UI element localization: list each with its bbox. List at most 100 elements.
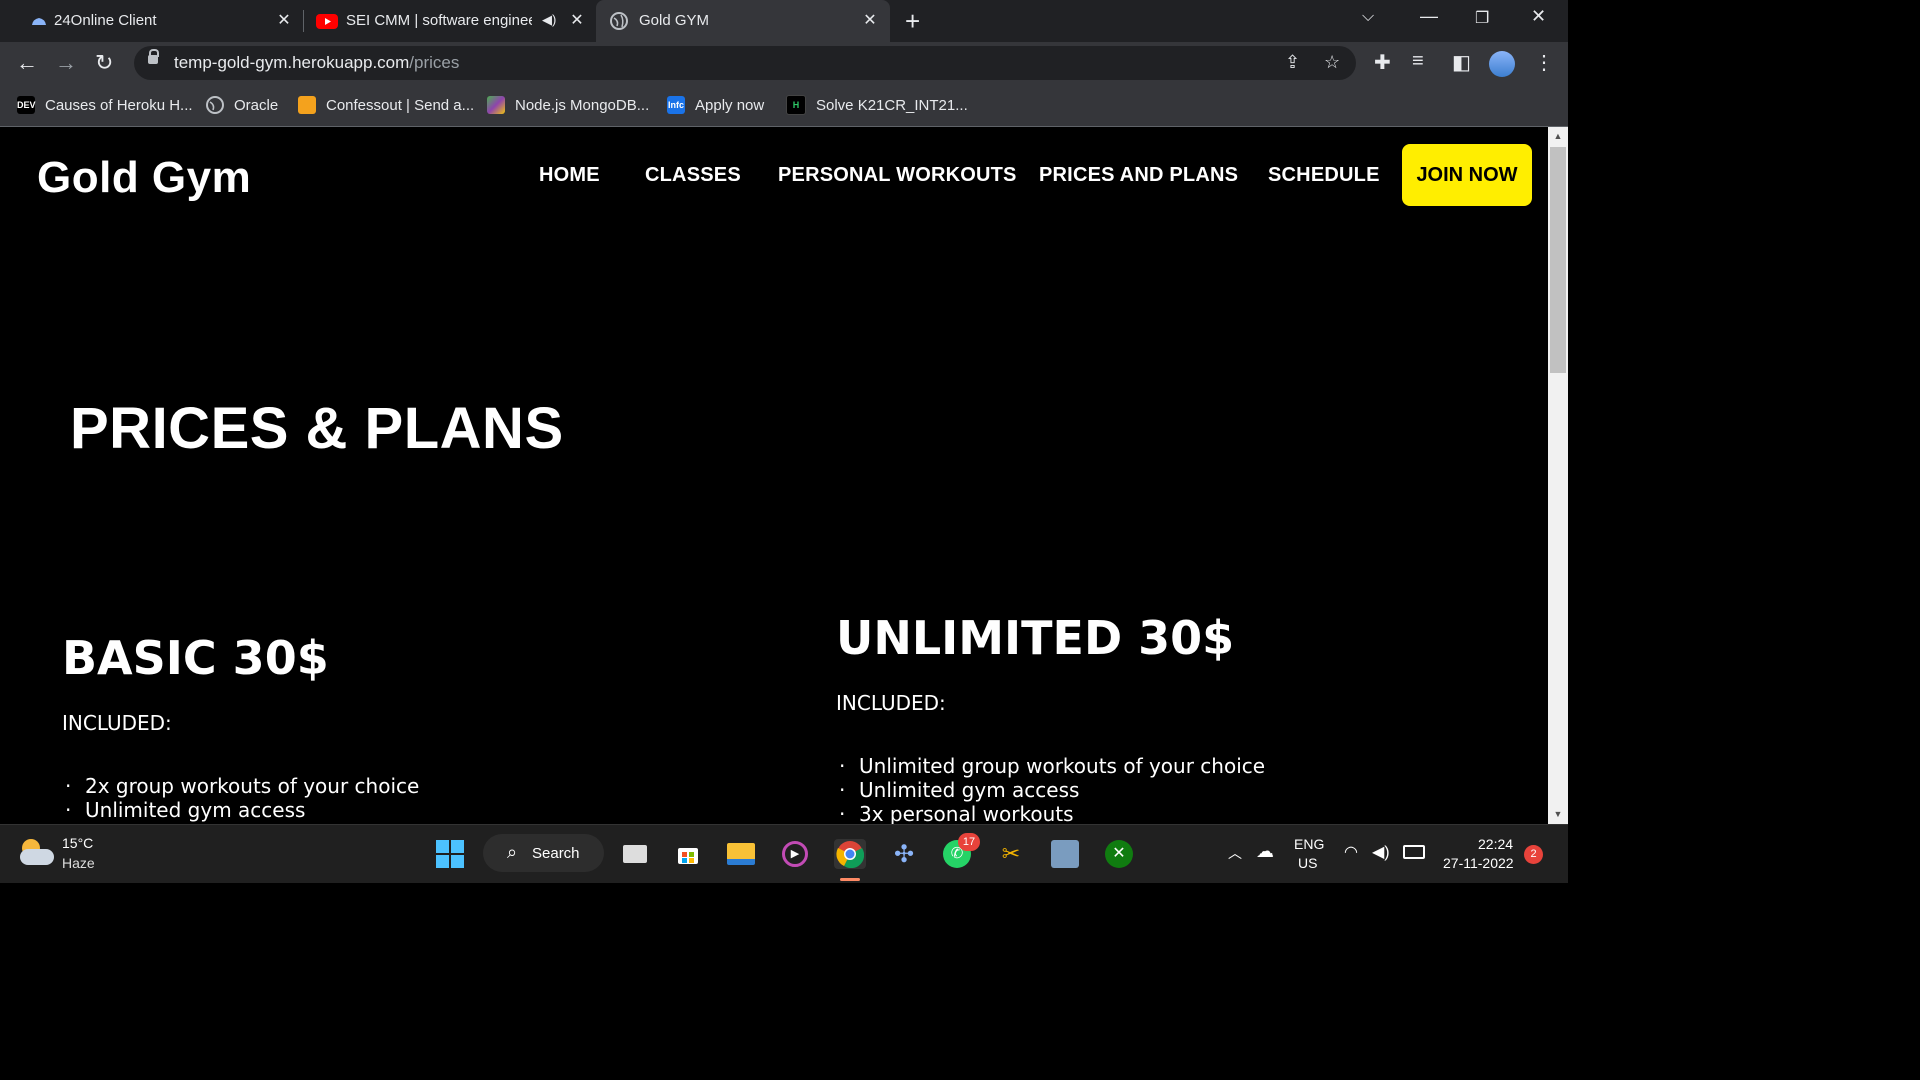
forward-icon[interactable]: → bbox=[55, 50, 77, 76]
bookmark-hackerrank[interactable]: H Solve K21CR_INT21... bbox=[786, 93, 968, 117]
minimize-icon[interactable]: — bbox=[1420, 6, 1438, 27]
tray-overflow-icon[interactable]: ︿ bbox=[1228, 843, 1242, 863]
nav-prices-and-plans[interactable]: PRICES AND PLANS bbox=[1039, 164, 1238, 187]
list-item: · 3x personal workouts bbox=[839, 802, 1074, 824]
close-icon[interactable]: ✕ bbox=[567, 10, 587, 30]
lock-icon[interactable] bbox=[148, 49, 159, 64]
globe-icon bbox=[610, 12, 628, 30]
infc-icon: Infc bbox=[667, 96, 685, 114]
address-bar[interactable]: temp-gold-gym.herokuapp.com/prices ⇪ ☆ bbox=[134, 46, 1356, 80]
bookmark-label: Confessout | Send a... bbox=[326, 96, 475, 114]
windows-taskbar: 15°C Haze ⌕ Search ▶ ✣ ✆ 17 ✂ ✕ ︿ ☁ ENG … bbox=[0, 824, 1568, 883]
utility-app-icon[interactable] bbox=[1049, 839, 1081, 869]
tab-title: SEI CMM | software engineer bbox=[346, 12, 532, 29]
page-scrollbar[interactable]: ▲ ▼ bbox=[1548, 127, 1568, 824]
url-text[interactable]: temp-gold-gym.herokuapp.com/prices bbox=[174, 53, 459, 73]
language-code[interactable]: ENG bbox=[1294, 836, 1324, 852]
mongodb-icon bbox=[487, 96, 505, 114]
new-tab-icon[interactable]: + bbox=[905, 6, 920, 37]
battery-icon[interactable] bbox=[1403, 845, 1425, 859]
scroll-down-icon[interactable]: ▼ bbox=[1548, 809, 1568, 819]
task-view-icon[interactable] bbox=[619, 839, 651, 869]
included-label: INCLUDED: bbox=[62, 711, 172, 735]
bookmark-apply-now[interactable]: Infc Apply now bbox=[667, 93, 764, 117]
tab-24online[interactable]: 24Online Client ✕ bbox=[8, 0, 298, 42]
scroll-up-icon[interactable]: ▲ bbox=[1548, 131, 1568, 141]
close-icon[interactable]: ✕ bbox=[274, 10, 294, 30]
bookmark-heroku[interactable]: DEV Causes of Heroku H... bbox=[17, 93, 193, 117]
globe-icon bbox=[206, 96, 224, 114]
restore-icon[interactable]: ❐ bbox=[1475, 8, 1489, 28]
notification-badge[interactable]: 2 bbox=[1524, 845, 1543, 864]
file-explorer-icon[interactable] bbox=[725, 839, 757, 869]
nav-home[interactable]: HOME bbox=[539, 164, 600, 187]
microsoft-store-icon[interactable] bbox=[672, 839, 704, 869]
close-icon[interactable]: ✕ bbox=[860, 10, 880, 30]
language-region[interactable]: US bbox=[1298, 855, 1317, 871]
hackerrank-icon: H bbox=[786, 95, 806, 115]
browser-toolbar: ← → ↻ temp-gold-gym.herokuapp.com/prices… bbox=[0, 42, 1568, 84]
reload-icon[interactable]: ↻ bbox=[95, 50, 113, 76]
profile-avatar[interactable] bbox=[1489, 51, 1515, 77]
snipping-tool-icon[interactable]: ✂ bbox=[995, 839, 1027, 869]
scroll-thumb[interactable] bbox=[1550, 147, 1566, 373]
plan-name: BASIC 30$ bbox=[62, 631, 329, 685]
bookmark-label: Oracle bbox=[234, 96, 279, 114]
list-item: · Unlimited gym access bbox=[65, 798, 306, 822]
active-app-indicator bbox=[840, 878, 860, 881]
search-label: Search bbox=[532, 845, 580, 862]
bookmark-star-icon[interactable]: ☆ bbox=[1324, 52, 1340, 73]
chrome-icon[interactable] bbox=[834, 839, 866, 869]
included-label: INCLUDED: bbox=[836, 691, 946, 715]
weather-temperature[interactable]: 15°C bbox=[62, 835, 93, 851]
dev-tools-icon[interactable]: ✣ bbox=[888, 839, 920, 869]
speaker-icon[interactable]: ◀) bbox=[542, 12, 556, 28]
tab-strip: 24Online Client ✕ SEI CMM | software eng… bbox=[0, 0, 1568, 42]
taskbar-search[interactable]: ⌕ Search bbox=[483, 834, 604, 872]
nav-schedule[interactable]: SCHEDULE bbox=[1268, 164, 1380, 187]
bookmark-label: Apply now bbox=[695, 96, 765, 114]
plan-basic: BASIC 30$ INCLUDED: · 2x group workouts o… bbox=[62, 631, 419, 822]
page-title: PRICES & PLANS bbox=[70, 396, 564, 461]
menu-kebab-icon[interactable]: ⋮ bbox=[1534, 50, 1554, 75]
nav-classes[interactable]: CLASSES bbox=[645, 164, 741, 187]
join-now-button[interactable]: JOIN NOW bbox=[1402, 144, 1532, 206]
bookmark-oracle[interactable]: Oracle bbox=[206, 93, 278, 117]
volume-icon[interactable]: ◀) bbox=[1372, 842, 1390, 862]
feature-list: · 2x group workouts of your choice · Unlim… bbox=[62, 774, 419, 822]
back-icon[interactable]: ← bbox=[16, 50, 38, 76]
windows-start-icon[interactable] bbox=[434, 839, 466, 869]
tab-search-icon[interactable]: ⌵ bbox=[1362, 8, 1374, 26]
share-icon[interactable]: ⇪ bbox=[1285, 52, 1300, 73]
tab-gold-gym[interactable]: Gold GYM ✕ bbox=[596, 0, 890, 42]
whatsapp-badge: 17 bbox=[958, 833, 980, 851]
side-panel-icon[interactable]: ◧ bbox=[1452, 50, 1471, 75]
tab-youtube[interactable]: SEI CMM | software engineer ◀) ✕ bbox=[304, 0, 594, 42]
weather-cloud-icon[interactable] bbox=[20, 839, 54, 867]
bookmark-confessout[interactable]: Confessout | Send a... bbox=[298, 93, 474, 117]
clock-date[interactable]: 27-11-2022 bbox=[1443, 855, 1514, 871]
xbox-icon[interactable]: ✕ bbox=[1103, 839, 1135, 869]
media-player-icon[interactable]: ▶ bbox=[779, 839, 811, 869]
list-item: · Unlimited gym access bbox=[839, 778, 1080, 802]
media-control-icon[interactable]: ≡ bbox=[1412, 50, 1424, 73]
nav-personal-workouts[interactable]: PERSONAL WORKOUTS bbox=[778, 164, 1017, 187]
dev-icon: DEV bbox=[17, 96, 36, 114]
list-item: · Unlimited group workouts of your choice bbox=[839, 754, 1266, 778]
extensions-icon[interactable]: ✚ bbox=[1374, 50, 1391, 75]
list-item: · 2x group workouts of your choice bbox=[65, 774, 420, 798]
plan-name: UNLIMITED 30$ bbox=[836, 611, 1235, 665]
bookmark-label: Node.js MongoDB... bbox=[515, 96, 650, 114]
plan-unlimited: UNLIMITED 30$ INCLUDED: · Unlimited group… bbox=[836, 611, 1265, 824]
onedrive-icon[interactable]: ☁ bbox=[1256, 841, 1274, 862]
bookmark-label: Causes of Heroku H... bbox=[45, 96, 193, 114]
bookmarks-bar: DEV Causes of Heroku H... Oracle Confess… bbox=[0, 84, 1568, 127]
window-close-icon[interactable]: ✕ bbox=[1531, 6, 1546, 27]
bookmark-label: Solve K21CR_INT21... bbox=[816, 96, 968, 114]
bookmark-mongodb[interactable]: Node.js MongoDB... bbox=[487, 93, 649, 117]
weather-description[interactable]: Haze bbox=[62, 855, 95, 871]
cloud-icon bbox=[32, 18, 46, 25]
wifi-icon[interactable]: ◠ bbox=[1344, 842, 1358, 862]
clock-time[interactable]: 22:24 bbox=[1478, 836, 1513, 852]
brand-logo[interactable]: Gold Gym bbox=[37, 153, 251, 203]
